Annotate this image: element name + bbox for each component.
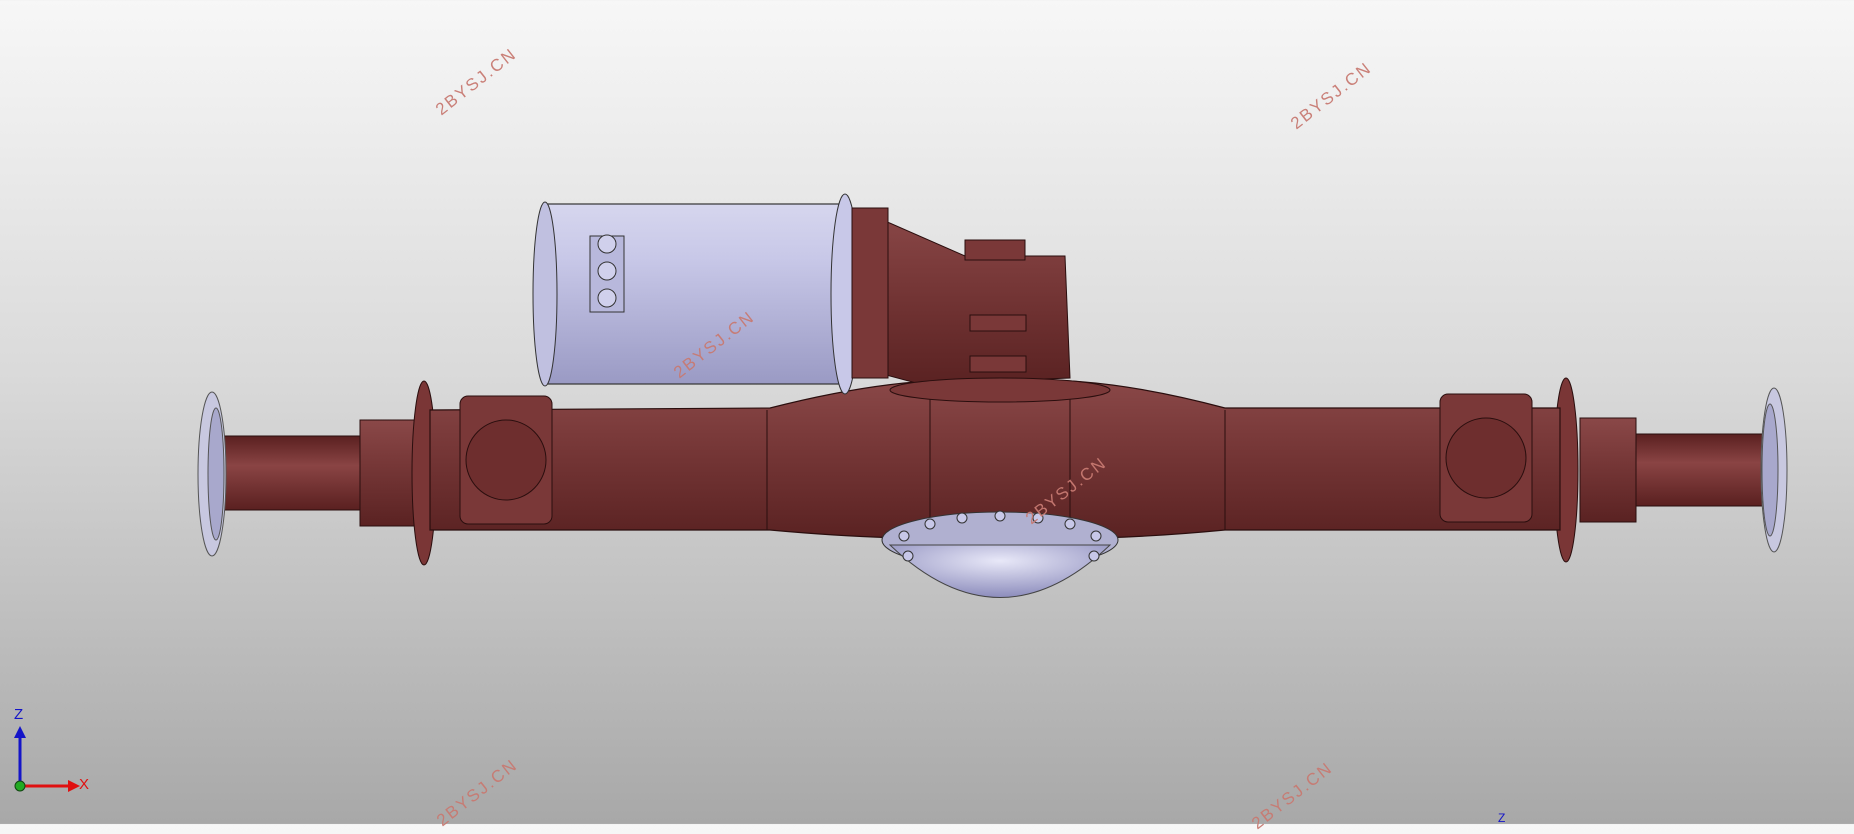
electric-motor[interactable]	[532, 193, 889, 395]
z-axis-label: Z	[14, 706, 24, 723]
cad-viewport[interactable]: 2BYSJ.CN 2BYSJ.CN 2BYSJ.CN 2BYSJ.CN 2BYS…	[0, 0, 1854, 833]
corner-axis-label: Z	[1498, 811, 1506, 825]
left-axle-shaft[interactable]	[197, 380, 437, 566]
axle-assembly-model[interactable]	[0, 0, 1854, 824]
differential-cover[interactable]	[881, 510, 1119, 598]
axis-triad: Z X	[10, 706, 100, 804]
reduction-gearbox[interactable]	[859, 209, 1111, 403]
x-axis-label: X	[79, 776, 90, 793]
right-axle-shaft[interactable]	[1553, 377, 1788, 563]
